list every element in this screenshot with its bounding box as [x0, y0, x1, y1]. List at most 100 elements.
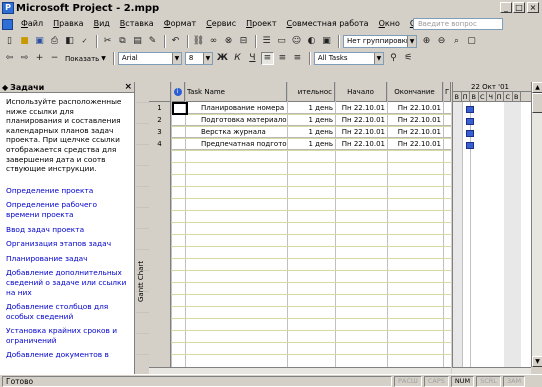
table-row[interactable]: 2 Подготовка материалов 1 день Пн 22.10.… [149, 114, 451, 126]
underline-button[interactable]: Ч [246, 52, 259, 65]
menu-file[interactable]: Файл [16, 17, 48, 31]
split-task-icon[interactable]: ⊟ [237, 35, 250, 48]
task-name-header[interactable]: Task Name [185, 82, 287, 102]
link-list-tasks[interactable]: Ввод задач проекта [6, 225, 130, 235]
font-size-select[interactable]: 8 ▼ [184, 52, 213, 65]
view-bar[interactable]: Gantt Chart [136, 82, 149, 374]
format-painter-icon[interactable]: ✎ [146, 35, 159, 48]
link-add-task-info[interactable]: Добавление дополнительных сведений о зад… [6, 268, 130, 297]
maximize-button[interactable]: □ [513, 2, 525, 13]
arrow-left-icon[interactable]: ⇦ [3, 52, 16, 65]
link-define-working-time[interactable]: Определение рабочего времени проекта [6, 200, 130, 219]
open-icon[interactable]: ■ [18, 35, 31, 48]
italic-button[interactable]: К [231, 52, 244, 65]
close-icon[interactable]: × [124, 82, 132, 92]
align-center-icon[interactable]: ≡ [276, 52, 289, 65]
print-preview-icon[interactable]: ◧ [63, 35, 76, 48]
scroll-down-icon[interactable]: ▼ [532, 356, 542, 367]
finish-cell[interactable]: Пн 22.10.01 [387, 102, 443, 114]
table-row[interactable]: 4 Предпечатная подготовка 1 день Пн 22.1… [149, 138, 451, 150]
gantt-wizard-icon[interactable]: ⚟ [402, 52, 415, 65]
copy-icon[interactable]: ⧉ [116, 35, 129, 48]
task-name-cell[interactable]: Подготовка материалов [199, 114, 287, 126]
start-cell[interactable]: Пн 22.10.01 [335, 102, 387, 114]
undo-icon[interactable]: ↶ [169, 35, 182, 48]
close-button[interactable]: × [527, 2, 539, 13]
link-set-deadlines[interactable]: Установка крайних сроков и ограничений [6, 326, 130, 345]
finish-cell[interactable]: Пн 22.10.01 [387, 126, 443, 138]
menu-project[interactable]: Проект [241, 17, 281, 31]
menu-tools[interactable]: Сервис [201, 17, 241, 31]
align-left-icon[interactable]: ≡ [260, 52, 274, 65]
zoom-in-icon[interactable]: ⊕ [420, 35, 433, 48]
document-icon[interactable] [2, 18, 13, 30]
duration-cell[interactable]: 1 день [287, 102, 335, 114]
filter-select[interactable]: All Tasks ▼ [313, 52, 384, 65]
arrow-right-icon[interactable]: ⇨ [18, 52, 31, 65]
row-id[interactable]: 3 [149, 126, 171, 138]
table-row[interactable]: 1 Планирование номера 1 день Пн 22.10.01… [149, 102, 451, 114]
font-select[interactable]: Arial ▼ [117, 52, 182, 65]
copy-picture-icon[interactable]: ▣ [320, 35, 333, 48]
back-arrow-icon[interactable]: ◆ [2, 83, 8, 92]
unlink-tasks-icon[interactable]: ⊗ [222, 35, 235, 48]
finish-cell[interactable]: Пн 22.10.01 [387, 138, 443, 150]
plus-icon[interactable]: + [33, 52, 46, 65]
task-name-cell[interactable]: Предпечатная подготовка [199, 138, 287, 150]
task-bar-icon[interactable] [466, 106, 474, 113]
start-header[interactable]: Начало [335, 82, 387, 102]
publish-icon[interactable]: ◐ [305, 35, 318, 48]
row-id[interactable]: 1 [149, 102, 171, 114]
start-cell[interactable]: Пн 22.10.01 [335, 138, 387, 150]
link-add-documents[interactable]: Добавление документов в [6, 350, 130, 360]
align-right-icon[interactable]: ≡ [291, 52, 304, 65]
duration-header[interactable]: ительнос [287, 82, 335, 102]
task-name-cell[interactable]: Верстка журнала [199, 126, 287, 138]
row-id[interactable]: 4 [149, 138, 171, 150]
scroll-thumb[interactable] [532, 93, 542, 113]
print-icon[interactable]: ⎙ [48, 35, 61, 48]
chart-horizontal-scrollbar[interactable] [452, 367, 531, 374]
menu-format[interactable]: Формат [159, 17, 201, 31]
menu-view[interactable]: Вид [89, 17, 115, 31]
link-tasks-icon[interactable]: ∞ [207, 35, 220, 48]
link-schedule-tasks[interactable]: Планирование задач [6, 254, 130, 264]
task-info-icon[interactable]: ☰ [260, 35, 273, 48]
autofilter-icon[interactable]: ⚲ [387, 52, 400, 65]
zoom-out-icon[interactable]: ⊖ [435, 35, 448, 48]
start-cell[interactable]: Пн 22.10.01 [335, 114, 387, 126]
spelling-icon[interactable]: ✓ [78, 35, 91, 48]
duration-cell[interactable]: 1 день [287, 138, 335, 150]
finish-header[interactable]: Окончание [387, 82, 443, 102]
task-notes-icon[interactable]: ▭ [275, 35, 288, 48]
chevron-down-icon[interactable]: ▼ [101, 55, 106, 62]
bold-button[interactable]: Ж [216, 52, 229, 65]
task-name-cell[interactable]: Планирование номера [199, 102, 287, 114]
row-id[interactable]: 2 [149, 114, 171, 126]
minimize-button[interactable]: _ [500, 2, 512, 13]
minus-icon[interactable]: − [48, 52, 61, 65]
table-horizontal-scrollbar[interactable] [149, 367, 451, 374]
hyperlink-icon[interactable]: ⛓ [192, 35, 205, 48]
wizard-icon[interactable]: ▢ [465, 35, 478, 48]
vertical-scrollbar[interactable]: ▲ ▼ [531, 82, 542, 367]
task-bar-icon[interactable] [466, 130, 474, 137]
show-button[interactable]: Показать [65, 55, 99, 63]
menu-edit[interactable]: Правка [48, 17, 88, 31]
save-icon[interactable]: ▣ [33, 35, 46, 48]
assign-resources-icon[interactable]: ☺ [290, 35, 303, 48]
select-all-header[interactable] [149, 82, 171, 102]
predecessors-header[interactable]: Г [443, 82, 451, 102]
grouping-select[interactable]: Нет группировки ▼ [343, 35, 417, 48]
help-question-input[interactable]: Введите вопрос [413, 18, 503, 30]
link-define-project[interactable]: Определение проекта [6, 186, 130, 196]
gantt-chart-view-label[interactable]: Gantt Chart [137, 261, 145, 302]
active-cell[interactable] [172, 102, 188, 115]
link-add-columns[interactable]: Добавление столбцов для особых сведений [6, 302, 130, 321]
go-to-task-icon[interactable]: ⌕ [450, 35, 463, 48]
menu-collaborate[interactable]: Совместная работа [282, 17, 374, 31]
start-cell[interactable]: Пн 22.10.01 [335, 126, 387, 138]
paste-icon[interactable]: ▤ [131, 35, 144, 48]
task-bar-icon[interactable] [466, 118, 474, 125]
scroll-up-icon[interactable]: ▲ [532, 82, 542, 93]
